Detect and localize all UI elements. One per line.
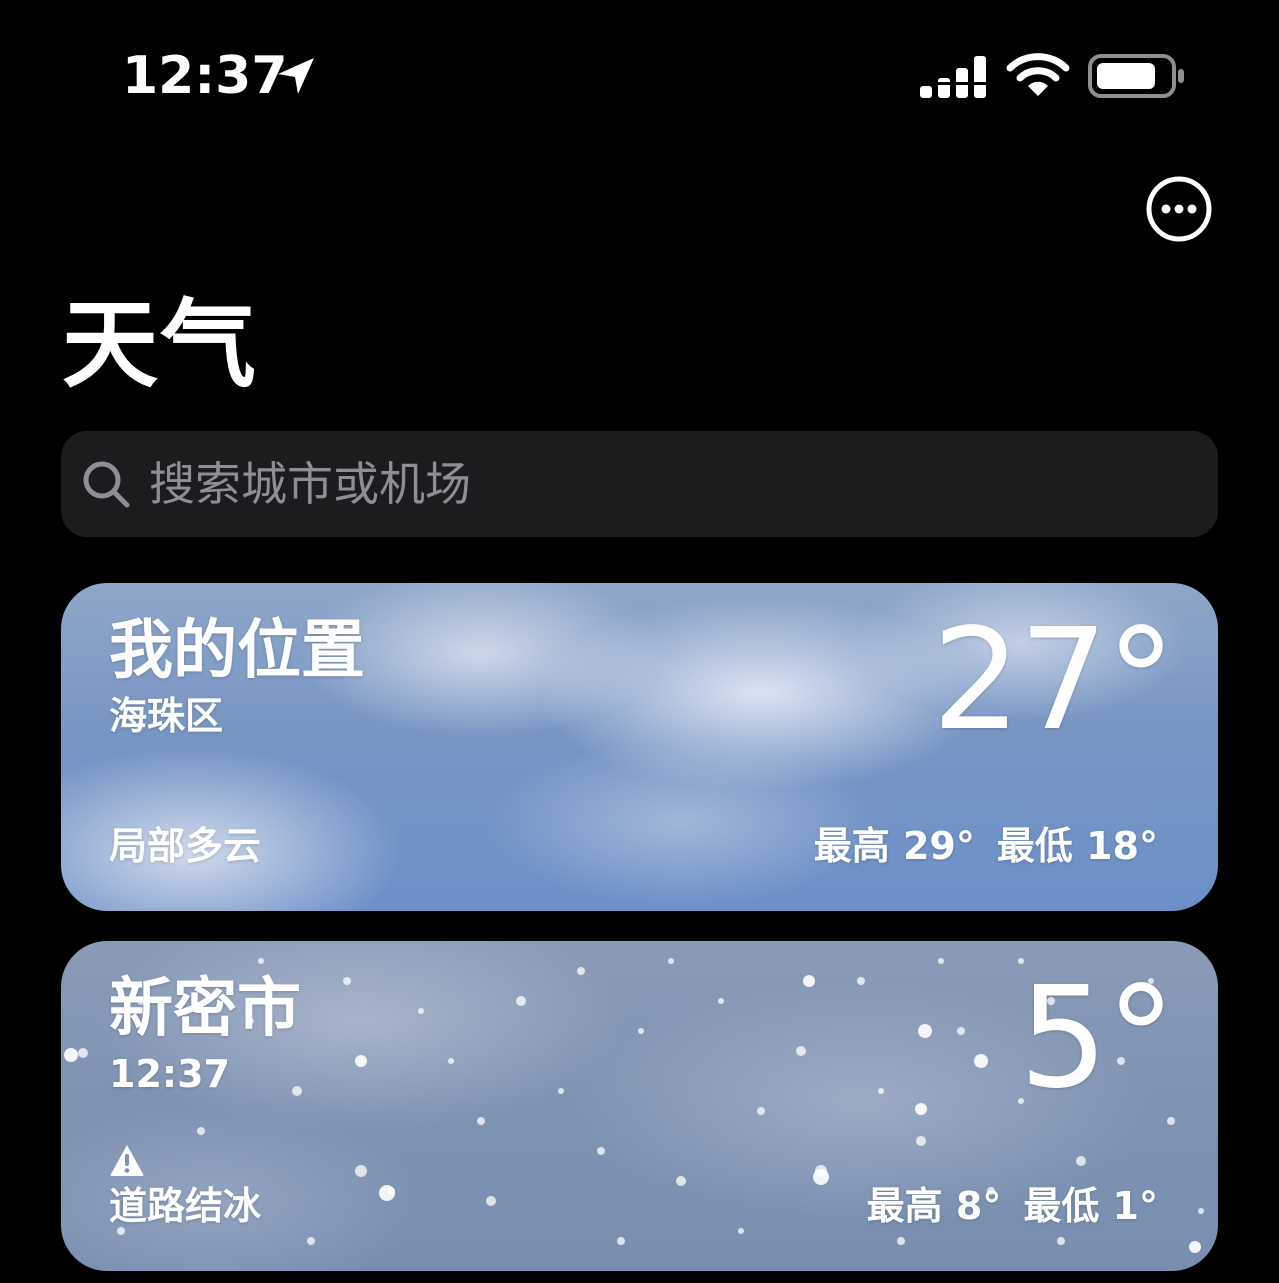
more-options-button[interactable] <box>1144 174 1214 244</box>
card-low-temp: 最低 1° <box>1023 1184 1158 1228</box>
card-temperature: 5° <box>1018 957 1176 1120</box>
location-arrow-icon <box>278 58 314 94</box>
card-alert-condition: 道路结冰 <box>109 1184 262 1228</box>
card-city-name: 新密市 <box>109 972 301 1046</box>
card-high-low: 最高 29° 最低 18° <box>814 821 1158 871</box>
card-high-low: 最高 8° 最低 1° <box>867 1181 1158 1231</box>
search-bar[interactable] <box>61 431 1218 537</box>
warning-icon <box>110 1145 144 1176</box>
signal-icon <box>918 56 990 98</box>
wifi-icon <box>1006 53 1070 96</box>
card-local-time: 12:37 <box>109 1052 230 1096</box>
weather-card-xinmi[interactable]: 新密市 12:37 5° 道路结冰 最高 8° 最低 1° <box>61 941 1218 1271</box>
card-temperature: 27° <box>931 599 1176 762</box>
battery-icon <box>1088 54 1184 98</box>
status-time: 12:37 <box>122 46 288 106</box>
page-title: 天气 <box>62 289 258 401</box>
weather-card-my-location[interactable]: 我的位置 海珠区 27° 局部多云 最高 29° 最低 18° <box>61 583 1218 911</box>
card-high-temp: 最高 8° <box>866 1184 1002 1228</box>
card-high-temp: 最高 29° <box>813 824 975 868</box>
search-input[interactable] <box>149 447 1189 521</box>
card-district: 海珠区 <box>109 694 224 738</box>
card-city-name: 我的位置 <box>109 614 365 688</box>
card-low-temp: 最低 18° <box>996 824 1158 868</box>
card-condition: 局部多云 <box>109 824 262 868</box>
search-icon <box>83 461 130 508</box>
